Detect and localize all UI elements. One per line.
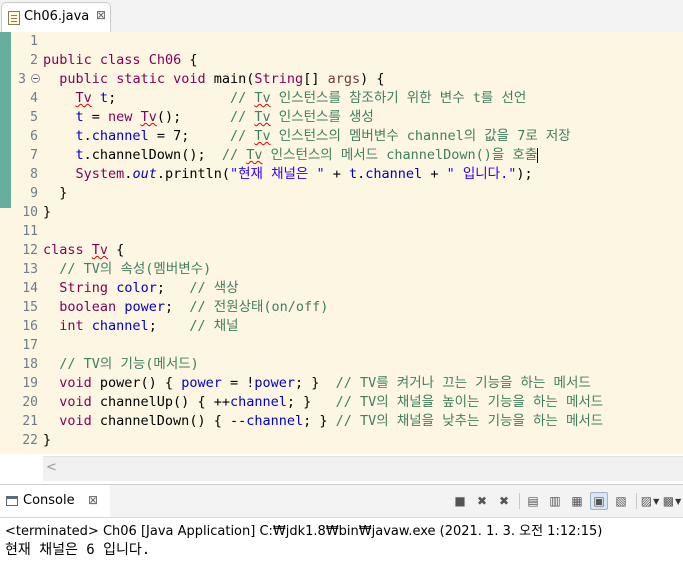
tab-label: Ch06.java [24,9,90,24]
code-line[interactable]: String color; // 색상 [43,279,238,298]
display-console-icon[interactable]: ▨ ▼ [641,492,660,510]
line-number: 20 [22,395,38,410]
terminated-status: <terminated> Ch06 [Java Application] C:₩… [5,524,603,539]
console-toolbar: ■ ✖ ✖ ▤ ▥ ▦ ▣ ▧ ▨ ▼ ▩ ▼ [447,491,681,511]
line-number: 19 [22,376,38,391]
line-number: 17 [22,338,38,353]
code-line[interactable]: void channelDown() { --channel; } // TV의… [43,412,603,431]
console-panel: Console ⊠ ■ ✖ ✖ ▤ ▥ ▦ ▣ ▧ ▨ ▼ ▩ ▼ <termina… [0,484,683,579]
line-number: 7 [30,148,38,163]
close-icon[interactable]: ⊠ [88,493,98,507]
line-number: 6 [30,129,38,144]
line-number-gutter: 1 2 3 4 5 6 7 8 9 10 11 12 13 14 15 16 1… [12,32,40,454]
line-number: 10 [22,205,38,220]
console-output: 현재 채널은 6 입니다. [5,542,151,558]
close-icon[interactable]: ⊠ [96,8,106,22]
tab-ch06-java[interactable]: Ch06.java ⊠ [1,2,111,32]
line-number: 13 [22,262,38,277]
scroll-left-arrow-icon[interactable]: < [46,460,57,475]
line-number: 15 [22,300,38,315]
pin-console-icon[interactable]: ▧ [612,492,630,510]
horizontal-scrollbar[interactable]: < [43,456,683,481]
line-number: 22 [22,433,38,448]
fold-collapse-icon[interactable] [31,74,40,83]
code-line[interactable]: // TV의 속성(멤버변수) [43,260,211,279]
text-caret [537,147,539,163]
line-number: 4 [30,91,38,106]
editor-tab-bar: Ch06.java ⊠ [0,0,683,33]
code-line[interactable]: } [43,184,67,203]
line-number: 12 [22,243,38,258]
code-line[interactable]: int channel; // 채널 [43,317,238,336]
console-icon [6,496,18,506]
toolbar-separator [519,493,520,509]
remove-launch-icon[interactable]: ✖ [473,492,491,510]
line-number: 16 [22,319,38,334]
line-number: 3 [18,72,26,87]
scroll-lock-icon[interactable]: ▤ [524,492,542,510]
line-number: 21 [22,414,38,429]
console-tab-label: Console [23,493,75,508]
code-line[interactable]: Tv t; // Tv 인스턴스를 참조하기 위한 변수 t를 선언 [43,89,527,108]
open-console-icon[interactable]: ▩ ▼ [663,492,682,510]
code-line[interactable]: // TV의 기능(메서드) [43,355,199,374]
code-text[interactable]: public class Ch06 { public static void m… [43,32,683,454]
code-line[interactable]: System.out.println("현재 채널은 " + t.channel… [43,165,533,184]
code-line[interactable]: boolean power; // 전원상태(on/off) [43,298,328,317]
line-number: 2 [30,53,38,68]
editor-panel: Ch06.java ⊠ 1 2 3 4 5 6 7 8 9 10 11 12 1… [0,0,683,482]
line-number: 14 [22,281,38,296]
toolbar-separator [636,493,637,509]
line-number: 18 [22,357,38,372]
code-line[interactable]: public class Ch06 { [43,51,197,70]
change-ruler [0,32,11,208]
code-line[interactable]: } [43,431,51,450]
java-file-icon [8,11,20,25]
code-line[interactable]: public static void main(String[] args) { [43,70,384,89]
code-line[interactable]: class Tv { [43,241,124,260]
line-number: 5 [30,110,38,125]
line-number: 8 [30,167,38,182]
line-number: 1 [30,34,38,49]
line-number: 11 [22,224,38,239]
code-line[interactable]: t = new Tv(); // Tv 인스턴스를 생성 [43,108,374,127]
code-line[interactable]: t.channelDown(); // Tv 인스턴스의 메서드 channel… [43,146,539,165]
word-wrap-icon[interactable]: ▥ [546,492,564,510]
terminate-icon[interactable]: ■ [451,492,469,510]
remove-all-icon[interactable]: ✖ [495,492,513,510]
show-on-stderr-icon[interactable]: ▣ [590,492,608,510]
code-line[interactable]: t.channel = 7; // Tv 인스턴스의 멤버변수 channel의… [43,127,571,146]
line-number: 9 [30,186,38,201]
code-line[interactable]: void channelUp() { ++channel; } // TV의 채… [43,393,603,412]
show-on-stdout-icon[interactable]: ▦ [568,492,586,510]
code-line[interactable]: void power() { power = !power; } // TV를 … [43,374,591,393]
console-tab-bar: Console ⊠ ■ ✖ ✖ ▤ ▥ ▦ ▣ ▧ ▨ ▼ ▩ ▼ [0,485,683,518]
tab-console[interactable]: Console ⊠ [0,485,110,517]
code-line[interactable]: } [43,203,51,222]
